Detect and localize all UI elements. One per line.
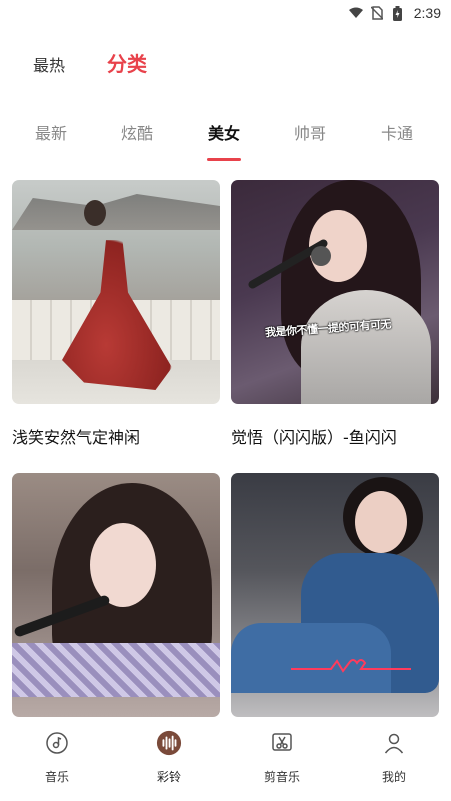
no-sim-icon bbox=[370, 6, 384, 20]
card-title[interactable]: 觉悟（闪闪版）-鱼闪闪 bbox=[231, 424, 451, 448]
status-bar: 2:39 bbox=[0, 0, 451, 26]
thumb-jeans bbox=[231, 623, 391, 693]
category-tabs: 最新 炫酷 美女 帅哥 卡通 bbox=[0, 110, 451, 166]
ringtone-card[interactable] bbox=[12, 473, 220, 717]
status-time: 2:39 bbox=[413, 5, 441, 21]
ringtone-card[interactable]: 我是你不懂一提的可有可无 觉悟（闪闪版）-鱼闪闪 bbox=[231, 180, 439, 447]
thumb-face bbox=[355, 491, 407, 553]
thumb-roof bbox=[12, 194, 220, 230]
wifi-icon bbox=[348, 6, 363, 20]
user-icon bbox=[381, 730, 407, 756]
cat-tab-cool[interactable]: 炫酷 bbox=[107, 120, 167, 144]
nav-music[interactable]: 音乐 bbox=[17, 730, 97, 785]
nav-label: 音乐 bbox=[44, 770, 69, 784]
cat-tab-cartoon[interactable]: 卡通 bbox=[367, 120, 427, 144]
music-disc-icon bbox=[44, 730, 70, 756]
heart-line-icon bbox=[291, 659, 411, 673]
thumb-microphone-head bbox=[311, 246, 331, 266]
nav-mine[interactable]: 我的 bbox=[354, 730, 434, 785]
audio-wave-icon bbox=[156, 730, 182, 756]
card-thumbnail[interactable] bbox=[12, 180, 220, 404]
thumb-body bbox=[301, 290, 431, 404]
nav-cut-music[interactable]: 剪音乐 bbox=[242, 730, 322, 785]
cat-tab-latest[interactable]: 最新 bbox=[21, 120, 81, 144]
thumb-figure-head bbox=[84, 200, 106, 226]
nav-label: 彩铃 bbox=[156, 770, 181, 784]
nav-label: 我的 bbox=[381, 770, 406, 784]
top-tabs: 最热 分类 bbox=[0, 40, 451, 84]
bottom-nav: 音乐 彩铃 剪音乐 我的 bbox=[0, 720, 451, 801]
cat-tab-beauty[interactable]: 美女 bbox=[194, 120, 254, 144]
card-thumbnail[interactable] bbox=[231, 473, 439, 717]
nav-ringtone[interactable]: 彩铃 bbox=[129, 730, 209, 785]
thumb-face bbox=[90, 523, 156, 607]
card-thumbnail[interactable] bbox=[12, 473, 220, 717]
cat-tab-handsome[interactable]: 帅哥 bbox=[280, 120, 340, 144]
ringtone-card[interactable] bbox=[231, 473, 439, 717]
battery-icon bbox=[391, 5, 405, 21]
card-title[interactable]: 浅笑安然气定神闲 bbox=[12, 424, 232, 448]
tab-category[interactable]: 分类 bbox=[107, 48, 147, 77]
card-thumbnail[interactable]: 我是你不懂一提的可有可无 bbox=[231, 180, 439, 404]
scissors-icon bbox=[269, 730, 295, 756]
nav-label: 剪音乐 bbox=[263, 770, 300, 784]
tab-hot[interactable]: 最热 bbox=[33, 52, 65, 76]
ringtone-card[interactable]: 浅笑安然气定神闲 bbox=[12, 180, 220, 447]
active-tab-indicator bbox=[207, 158, 241, 161]
thumb-shirt bbox=[12, 643, 220, 697]
